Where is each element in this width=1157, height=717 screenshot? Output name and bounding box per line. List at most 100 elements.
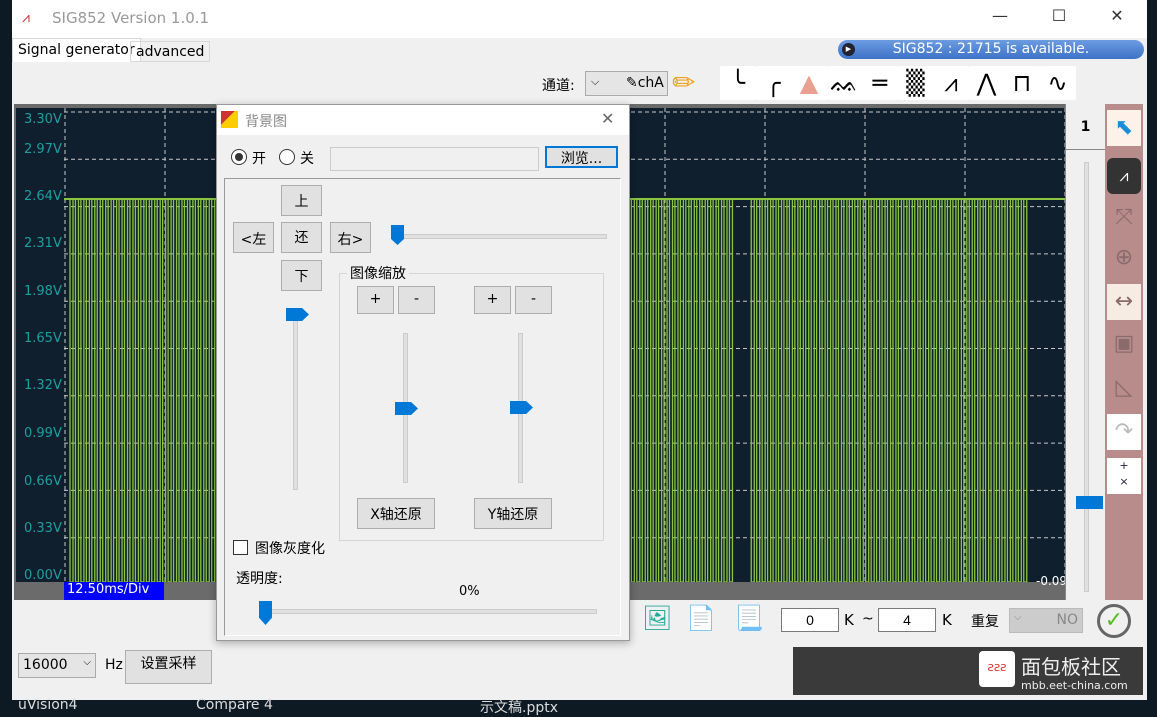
zoom-in-icon[interactable]: ⊕ (1107, 240, 1141, 276)
x-zoom-out-button[interactable]: - (398, 286, 435, 314)
radio-on[interactable] (231, 149, 247, 165)
radio-off-label: 关 (300, 151, 314, 167)
pointer-icon[interactable]: ⬉ (1107, 110, 1141, 146)
trace-pulse (766, 198, 772, 582)
trace-pulse (892, 198, 897, 582)
trace-pulse (990, 198, 995, 582)
taskbar-item[interactable]: uVision4 (18, 697, 78, 713)
background-image-dialog: 背景图 ✕ 开 关 浏览... 上 <左 还 右> 下 图像缩放 + - + -… (216, 104, 630, 641)
dialog-close-button[interactable]: ✕ (601, 109, 614, 128)
range-from-input[interactable] (781, 608, 839, 632)
watermark-url: mbb.eet-china.com (1021, 679, 1128, 692)
trace-pulse (1017, 198, 1022, 582)
close-button[interactable]: ✕ (1094, 6, 1140, 25)
tab-advanced[interactable]: advanced (130, 41, 211, 62)
trace-pulse (712, 198, 717, 582)
trace-pulse (172, 198, 178, 582)
chevron-down-icon: ⌵ (1014, 612, 1022, 623)
channel-zoom-panel: 1 (1065, 104, 1105, 600)
horizontal-measure-icon[interactable]: ↔ (1107, 284, 1141, 320)
vertical-slider[interactable] (1084, 162, 1089, 592)
math-ops-icon[interactable]: + × (1107, 458, 1141, 494)
unit-k-1: K (844, 611, 854, 629)
trace-pulse (968, 198, 973, 582)
trace-pulse (837, 198, 843, 582)
range-to-input[interactable] (878, 608, 936, 632)
left-button[interactable]: <左 (233, 222, 274, 253)
down-button[interactable]: 下 (281, 260, 322, 291)
trace-pulse (935, 198, 941, 582)
set-sample-button[interactable]: 设置采样 (125, 650, 212, 684)
trace-pulse (205, 198, 210, 582)
trace-pulse (145, 198, 150, 582)
expand-icon[interactable]: ⤧ (1107, 200, 1141, 236)
vertical-offset-slider[interactable] (293, 315, 298, 490)
status-text: SIG852 : 21715 is available. (892, 41, 1090, 57)
trace-pulse (96, 198, 101, 582)
trace-pulse (925, 198, 930, 582)
watermark-area: ƧƧƧ 面包板社区 mbb.eet-china.com (793, 647, 1143, 695)
y-zoom-out-button[interactable]: - (515, 286, 552, 314)
redo-icon[interactable]: ↷ (1107, 414, 1141, 450)
confirm-check-icon[interactable]: ✓ (1097, 604, 1131, 638)
trace-pulse (685, 198, 690, 582)
grayscale-checkbox[interactable] (233, 540, 248, 555)
repeat-select[interactable]: ⌵ NO (1009, 608, 1083, 633)
vertical-slider-thumb[interactable] (1076, 496, 1103, 509)
tilde: ~ (862, 611, 874, 627)
taskbar-item[interactable]: 示文稿.pptx (480, 697, 558, 717)
right-button[interactable]: 右> (330, 222, 371, 253)
trace-pulse (854, 198, 859, 582)
image-path-input[interactable] (330, 147, 539, 171)
save-icon[interactable]: ▣ (1107, 326, 1141, 362)
tool-sidebar: ⬉ ⩘ ⤧ ⊕ ↔ ▣ ◺ ↷ + × (1105, 104, 1143, 600)
exponential-rise-icon[interactable]: ╭ (755, 66, 792, 100)
ruler-triangle-icon[interactable]: ◺ (1107, 370, 1141, 406)
noise-icon[interactable]: ▒ (897, 66, 934, 100)
up-button[interactable]: 上 (281, 185, 322, 216)
trace-pulse (957, 198, 962, 582)
export-file-icon[interactable]: 📄 (686, 604, 716, 632)
dc-icon[interactable]: ═ (862, 66, 898, 100)
app-icon: ⩘ (22, 10, 30, 26)
sine-icon[interactable]: ∿ (1039, 66, 1076, 100)
dialog-title: 背景图 (245, 114, 287, 130)
channel-select[interactable]: ⌵ ✎chA (585, 71, 668, 96)
taskbar-item[interactable]: Compare 4 (196, 697, 273, 713)
trace-pulse (728, 198, 734, 582)
sample-rate-select[interactable]: 16000 ⌵ (18, 653, 96, 678)
sawtooth-icon[interactable]: ⩘ (933, 66, 969, 100)
dialog-title-bar: 背景图 ✕ (217, 105, 629, 135)
minimize-button[interactable]: — (977, 6, 1023, 25)
browse-button[interactable]: 浏览... (545, 146, 618, 168)
trace-pulse (679, 198, 685, 582)
export-jpg-icon[interactable]: 🖼 (642, 604, 672, 632)
reset-position-button[interactable]: 还 (281, 222, 322, 253)
trace-pulse (783, 198, 788, 582)
trace-pulse (156, 198, 161, 582)
import-file-icon[interactable]: 📃 (734, 604, 764, 632)
sinc-icon[interactable]: ᨐ (826, 66, 863, 100)
tab-signal-generator[interactable]: Signal generator (12, 38, 141, 62)
triangle-icon[interactable]: ⋀ (968, 66, 1005, 100)
trace-pulse (870, 198, 875, 582)
gaussian-icon[interactable]: ▲ (791, 66, 827, 100)
square-icon[interactable]: ⊓ (1004, 66, 1040, 100)
radio-off[interactable] (279, 149, 295, 165)
opacity-slider[interactable] (261, 609, 597, 614)
horizontal-offset-slider[interactable] (392, 234, 607, 239)
trace-pulse (1006, 198, 1012, 582)
exponential-decay-icon[interactable]: ╰ (720, 66, 756, 100)
y-axis-reset-button[interactable]: Y轴还原 (474, 498, 552, 529)
hz-label: Hz (105, 657, 123, 673)
x-axis-reset-button[interactable]: X轴还原 (357, 498, 435, 529)
pencil-icon[interactable]: ✏ (672, 66, 695, 99)
x-zoom-in-button[interactable]: + (357, 286, 394, 314)
window-title: SIG852 Version 1.0.1 (52, 9, 210, 27)
maximize-button[interactable]: ☐ (1036, 6, 1082, 25)
y-zoom-in-button[interactable]: + (474, 286, 511, 314)
trace-pulse (881, 198, 886, 582)
trace-pulse (821, 198, 826, 582)
cursor-measure-icon[interactable]: ⩘ (1107, 158, 1141, 194)
trace-pulse (903, 198, 908, 582)
